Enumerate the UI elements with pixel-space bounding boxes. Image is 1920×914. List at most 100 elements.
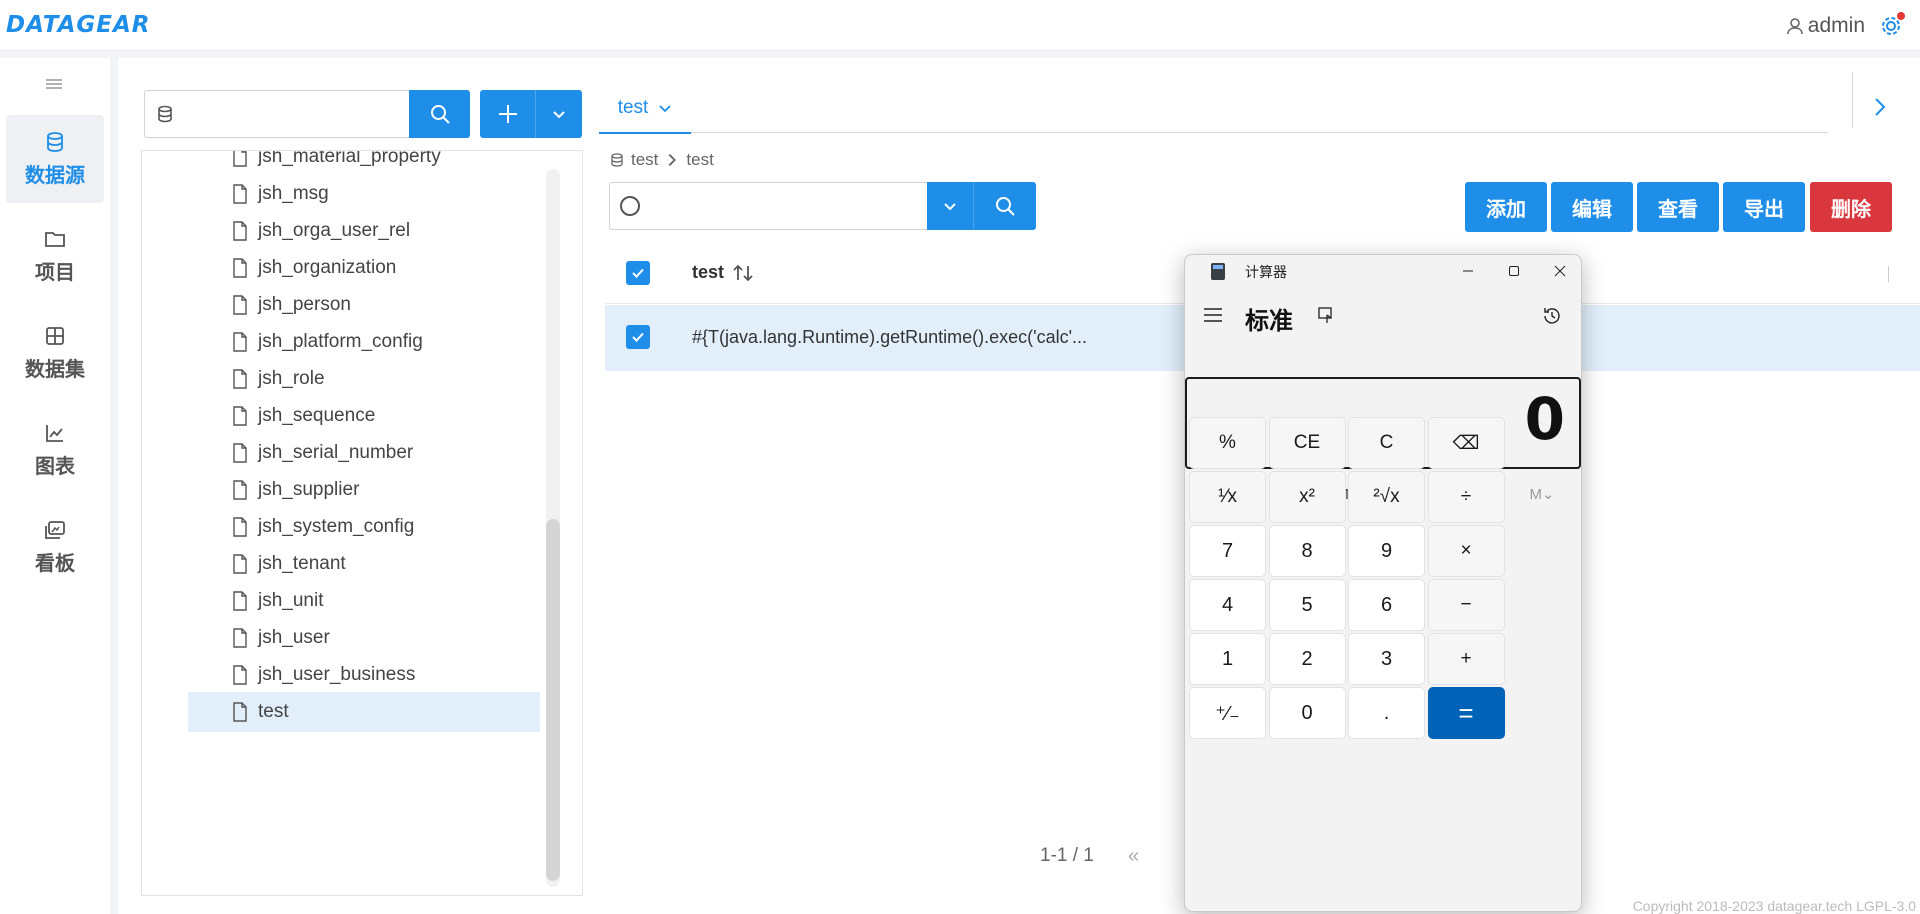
nav-item-datasource[interactable]: 数据源 xyxy=(6,115,104,203)
database-icon xyxy=(158,105,172,123)
tree-scrollbar[interactable] xyxy=(546,169,560,887)
square-button[interactable]: x² xyxy=(1268,471,1346,523)
tree-item[interactable]: test xyxy=(188,692,540,732)
view-button[interactable]: 查看 xyxy=(1637,182,1719,232)
history-icon[interactable] xyxy=(1541,305,1563,327)
digit-2-button[interactable]: 2 xyxy=(1268,633,1346,685)
add-datasource-button[interactable] xyxy=(480,90,535,138)
digit-1-button[interactable]: 1 xyxy=(1189,633,1266,685)
keep-on-top-icon[interactable] xyxy=(1317,306,1337,326)
digit-8-button[interactable]: 8 xyxy=(1268,525,1346,577)
tree-item-label: jsh_user xyxy=(258,627,330,648)
equals-button[interactable]: = xyxy=(1427,687,1505,739)
square-root-button[interactable]: ²√x xyxy=(1348,471,1425,523)
nav-item-chart[interactable]: 图表 xyxy=(6,406,104,494)
subtract-button[interactable]: − xyxy=(1427,579,1505,631)
delete-button[interactable]: 删除 xyxy=(1810,182,1892,232)
datasource-search-input[interactable] xyxy=(144,90,409,138)
multiply-button[interactable]: × xyxy=(1427,525,1505,577)
tree-item[interactable]: jsh_serial_number xyxy=(188,433,540,473)
circle-icon xyxy=(620,196,640,216)
nav-item-dataset[interactable]: 数据集 xyxy=(6,309,104,397)
nav-item-dashboard[interactable]: 看板 xyxy=(6,503,104,591)
add-button[interactable]: + xyxy=(1427,633,1505,685)
digit-3-button[interactable]: 3 xyxy=(1348,633,1425,685)
nav-item-project[interactable]: 项目 xyxy=(6,212,104,300)
tree-item[interactable]: jsh_person xyxy=(188,285,540,325)
breadcrumb-source[interactable]: test xyxy=(631,150,658,170)
datagear-logo[interactable]: DATAGEAR xyxy=(6,12,151,38)
tree-item[interactable]: jsh_user xyxy=(188,618,540,658)
condition-dropdown-button[interactable] xyxy=(927,182,974,230)
chevron-down-icon[interactable] xyxy=(658,101,672,115)
digit-4-button[interactable]: 4 xyxy=(1189,579,1266,631)
maximize-button[interactable] xyxy=(1491,255,1537,287)
memory-list-button[interactable]: M⌄ xyxy=(1510,480,1574,510)
edit-button[interactable]: 编辑 xyxy=(1551,182,1633,232)
check-icon xyxy=(632,268,644,278)
digit-6-button[interactable]: 6 xyxy=(1348,579,1425,631)
tab-divider xyxy=(1852,72,1853,128)
tree-item[interactable]: jsh_sequence xyxy=(188,396,540,436)
tree-item-label: jsh_msg xyxy=(258,183,329,204)
reciprocal-button[interactable]: ¹⁄x xyxy=(1189,471,1266,523)
tree-item-label: jsh_unit xyxy=(258,590,324,611)
pager-prev-button[interactable]: « xyxy=(1128,845,1139,868)
tree-item[interactable]: jsh_platform_config xyxy=(188,322,540,362)
tree-item[interactable]: jsh_orga_user_rel xyxy=(188,211,540,251)
select-all-checkbox[interactable] xyxy=(626,261,650,285)
hamburger-menu-icon[interactable] xyxy=(1203,307,1223,323)
side-nav: 数据源 项目 数据集 图表 看板 xyxy=(0,58,110,914)
condition-input[interactable] xyxy=(609,182,927,230)
decimal-button[interactable]: . xyxy=(1348,687,1425,739)
tree-item[interactable]: jsh_user_business xyxy=(188,655,540,695)
tree-item[interactable]: jsh_msg xyxy=(188,174,540,214)
sort-icon[interactable] xyxy=(732,263,754,283)
datasource-search-button[interactable] xyxy=(409,90,470,138)
tab-test[interactable]: test xyxy=(599,84,691,134)
tree-item[interactable]: jsh_material_property xyxy=(188,150,540,177)
backspace-button[interactable]: ⌫ xyxy=(1427,417,1505,469)
chevron-down-icon xyxy=(944,203,956,211)
window-title: 计算器 xyxy=(1245,264,1287,280)
tab-underline xyxy=(691,132,1828,133)
query-search-button[interactable] xyxy=(974,182,1036,230)
tree-item[interactable]: jsh_system_config xyxy=(188,507,540,547)
plus-icon xyxy=(498,105,517,123)
export-button[interactable]: 导出 xyxy=(1723,182,1805,232)
digit-7-button[interactable]: 7 xyxy=(1189,525,1266,577)
chevron-right-icon xyxy=(669,154,677,166)
column-divider xyxy=(1888,266,1889,282)
tree-item[interactable]: jsh_organization xyxy=(188,248,540,288)
chevron-right-icon[interactable] xyxy=(1870,96,1890,118)
maximize-icon xyxy=(1509,266,1519,276)
file-icon xyxy=(233,554,247,574)
negate-button[interactable]: ⁺⁄₋ xyxy=(1189,687,1266,739)
add-button[interactable]: 添加 xyxy=(1465,182,1547,232)
menu-toggle-icon[interactable] xyxy=(44,76,64,92)
nav-label: 图表 xyxy=(35,455,75,478)
digit-9-button[interactable]: 9 xyxy=(1348,525,1425,577)
digit-5-button[interactable]: 5 xyxy=(1268,579,1346,631)
tree-item[interactable]: jsh_supplier xyxy=(188,470,540,510)
divide-button[interactable]: ÷ xyxy=(1427,471,1505,523)
clear-button[interactable]: C xyxy=(1348,417,1425,469)
tree-item[interactable]: jsh_role xyxy=(188,359,540,399)
calculator-titlebar[interactable]: 计算器 xyxy=(1185,255,1581,287)
close-button[interactable] xyxy=(1537,255,1581,287)
digit-0-button[interactable]: 0 xyxy=(1268,687,1346,739)
tree-item-label: jsh_material_property xyxy=(258,150,441,167)
chart-icon xyxy=(46,424,63,442)
add-dropdown-button[interactable] xyxy=(535,90,582,138)
user-menu[interactable]: admin xyxy=(1786,14,1865,38)
tree-item[interactable]: jsh_unit xyxy=(188,581,540,621)
clear-entry-button[interactable]: CE xyxy=(1268,417,1346,469)
row-checkbox[interactable] xyxy=(626,325,650,349)
minimize-button[interactable] xyxy=(1445,255,1491,287)
column-header-test[interactable]: test xyxy=(692,262,754,283)
percent-button[interactable]: % xyxy=(1189,417,1266,469)
tree-item[interactable]: jsh_tenant xyxy=(188,544,540,584)
calculator-window: 计算器 标准 0 MC MR M+ M− MS M⌄ %CEC⌫¹⁄xx²²√x… xyxy=(1184,254,1582,912)
username: admin xyxy=(1807,14,1865,37)
tree-scrollbar-thumb[interactable] xyxy=(546,519,560,881)
